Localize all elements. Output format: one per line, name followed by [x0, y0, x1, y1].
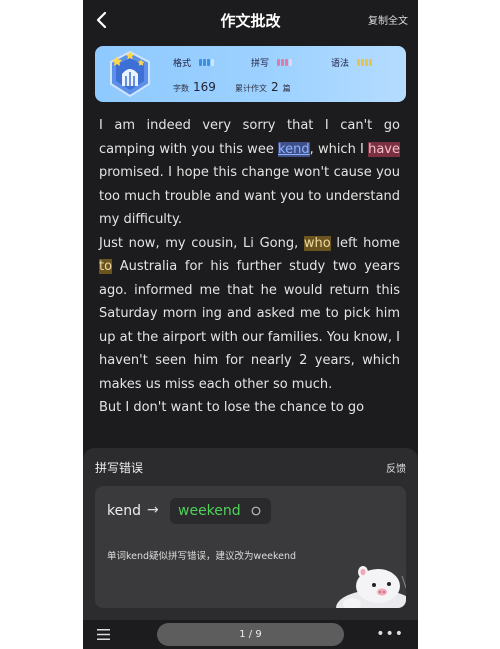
- top-bar: 作文批改 复制全文: [83, 0, 418, 40]
- menu-icon[interactable]: [97, 629, 110, 640]
- word-count-stat: 字数 169: [173, 80, 220, 94]
- essay-text: I am indeed very sorry that I can't go c…: [99, 114, 400, 420]
- suggestion-chip[interactable]: weekend: [170, 498, 271, 524]
- metric-grammar-bars: [356, 58, 373, 69]
- metric-grammar-label: 语法: [331, 59, 350, 69]
- grammar-error-highlight[interactable]: have: [368, 141, 400, 157]
- metric-spelling: 拼写: [251, 56, 293, 69]
- essay-paragraph-1: I am indeed very sorry that I can't go c…: [99, 114, 400, 232]
- essay-text-segment: Just now, my cousin, Li Gong,: [99, 235, 304, 251]
- correction-card: kend → weekend 单词kend疑似拼写错误，建议改为weekend: [95, 486, 406, 608]
- essay-text-segment: promised. I hope this change won't cause…: [99, 165, 400, 227]
- more-options-icon[interactable]: •••: [376, 626, 404, 642]
- metric-format: 格式: [173, 56, 215, 69]
- score-card: 格式 拼写 语法 字数 169 累计作文 2 篇: [95, 46, 406, 102]
- metric-format-bars: [198, 58, 215, 69]
- essay-paragraph-3: But I don't want to lose the chance to g…: [99, 400, 365, 415]
- app-screen: 作文批改 复制全文 格式 拼写 语法 字数 169 累计作文 2 篇 I am …: [83, 0, 418, 649]
- grammar-error-highlight[interactable]: who: [303, 235, 331, 251]
- feedback-button[interactable]: 反馈: [386, 460, 406, 475]
- essay-text-segment: left home: [330, 235, 400, 251]
- metric-spelling-bars: [276, 58, 293, 69]
- word-count-value: 169: [193, 80, 216, 94]
- bottom-bar: 1 / 9 •••: [83, 620, 418, 649]
- correction-description: 单词kend疑似拼写错误，建议改为weekend: [107, 551, 297, 562]
- copy-all-button[interactable]: 复制全文: [368, 12, 408, 27]
- essay-text-segment: , which I: [309, 141, 369, 157]
- trophy-badge-icon: [110, 50, 150, 98]
- original-word: kend: [107, 503, 141, 519]
- total-essays-stat: 累计作文 2 篇: [235, 80, 291, 94]
- suggested-word: weekend: [178, 503, 241, 519]
- arrow-right-icon: →: [147, 502, 159, 518]
- pronounce-icon[interactable]: [251, 506, 261, 516]
- word-count-label: 字数: [173, 84, 189, 93]
- mascot-illustration: [336, 566, 406, 608]
- page-indicator[interactable]: 1 / 9: [157, 623, 344, 646]
- total-essays-unit: 篇: [282, 84, 291, 93]
- metric-format-label: 格式: [173, 59, 192, 69]
- correction-panel: 拼写错误 反馈 kend → weekend 单词kend疑似拼写错误，建议改为…: [83, 448, 418, 649]
- essay-paragraph-2: Just now, my cousin, Li Gong, who left h…: [99, 232, 400, 397]
- essay-text-segment: Australia for his further study two year…: [99, 259, 400, 392]
- panel-title: 拼写错误: [95, 461, 144, 475]
- total-essays-value: 2: [271, 80, 279, 94]
- total-essays-label: 累计作文: [235, 84, 267, 93]
- metric-grammar: 语法: [331, 56, 373, 69]
- spelling-error-highlight[interactable]: kend: [278, 141, 310, 157]
- metric-spelling-label: 拼写: [251, 59, 270, 69]
- grammar-error-highlight[interactable]: to: [99, 259, 113, 274]
